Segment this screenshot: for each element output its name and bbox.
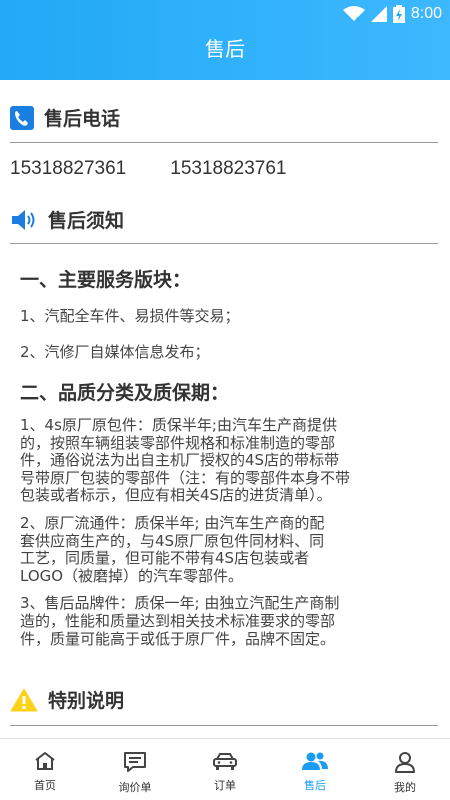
signal-icon — [370, 6, 387, 22]
tab-profile[interactable]: 我的 — [360, 739, 450, 800]
text-line: 包装或者标示，但应有相关4S店的进货清单）。 — [20, 486, 332, 505]
text-line: 号带原厂包装的零部件（注：有的零部件本身不带 — [20, 468, 351, 487]
content-scroll[interactable]: 售后电话 15318827361 15318823761 售后须知 一、主要服务… — [0, 80, 450, 738]
text-line: 造的，性能和质量达到相关技术标准要求的零部 — [20, 611, 336, 630]
home-icon — [35, 752, 55, 770]
list-item: 2、汽修厂自媒体信息发布； — [20, 342, 210, 361]
special-section-header: 特别说明 — [10, 686, 124, 713]
phone-number-2[interactable]: 15318823761 — [170, 158, 286, 180]
tab-after-sales[interactable]: 售后 — [270, 739, 360, 800]
text-line: 套供应商生产的，与4S原厂原包件同材料、同 — [20, 531, 325, 550]
tab-order[interactable]: 订单 — [180, 739, 270, 800]
svg-text:x: x — [356, 16, 360, 22]
tab-label: 订单 — [214, 779, 236, 792]
text-line: 件，质量可能高于或低于原厂件，品牌不固定。 — [20, 629, 336, 648]
phone-section-header: 售后电话 — [10, 104, 120, 131]
main-services-title: 一、主要服务版块： — [20, 269, 192, 291]
app-header: x 8:00 售后 — [0, 0, 450, 80]
divider — [10, 725, 438, 726]
battery-icon — [392, 5, 405, 23]
speaker-icon — [12, 209, 35, 230]
inquiry-icon — [124, 752, 146, 772]
divider — [10, 243, 438, 244]
quality-title: 二、品质分类及质保期： — [20, 382, 230, 404]
main-services-block: 一、主要服务版块： 1、汽配全车件、易损件等交易； 2、汽修厂自媒体信息发布； — [20, 265, 440, 361]
text-line: 3、售后品牌件：质保一年; 由独立汽配生产商制 — [20, 594, 340, 613]
text-line: 件，通俗说法为出自主机厂授权的4S店的带标带 — [20, 451, 340, 470]
phone-icon — [10, 105, 34, 130]
wifi-icon: x — [342, 6, 365, 22]
text-line: 1、4s原厂原包件：质保半年;由汽车生产商提供 — [20, 416, 337, 434]
phone-number-1[interactable]: 15318827361 — [10, 158, 126, 180]
text-line: 的，按照车辆组装零部件规格和标准制造的零部 — [20, 433, 336, 452]
tab-label: 首页 — [34, 779, 56, 792]
divider — [10, 142, 438, 143]
tab-label: 询价单 — [118, 781, 152, 794]
order-icon — [213, 753, 237, 770]
special-section-title: 特别说明 — [48, 690, 125, 712]
users-icon — [302, 752, 328, 770]
notice-section-title: 售后须知 — [48, 210, 125, 232]
warning-icon — [10, 688, 38, 711]
text-line: 工艺，同质量，但可能不带有4S店包装或者 — [20, 549, 310, 568]
tab-label: 售后 — [304, 779, 326, 792]
quality-paragraph-3: 3、售后品牌件：质保一年; 由独立汽配生产商制 造的，性能和质量达到相关技术标准… — [20, 595, 440, 648]
text-line: LOGO（被磨掉）的汽车零部件。 — [20, 566, 244, 585]
page-title: 售后 — [205, 37, 245, 61]
list-item: 1、汽配全车件、易损件等交易； — [20, 307, 240, 325]
quality-block: 二、品质分类及质保期： 1、4s原厂原包件：质保半年;由汽车生产商提供 的，按照… — [20, 378, 440, 648]
bottom-tab-bar: 首页 询价单 订单 售后 我的 — [0, 738, 450, 800]
profile-icon — [395, 752, 415, 773]
status-bar: x 8:00 — [342, 3, 442, 25]
notice-section-header: 售后须知 — [10, 206, 124, 233]
quality-paragraph-2: 2、原厂流通件：质保半年; 由汽车生产商的配 套供应商生产的，与4S原厂原包件同… — [20, 513, 440, 585]
tab-home[interactable]: 首页 — [0, 739, 90, 800]
phone-section-title: 售后电话 — [44, 108, 121, 130]
tab-inquiry[interactable]: 询价单 — [90, 739, 180, 800]
status-time: 8:00 — [410, 5, 442, 22]
quality-paragraph-1: 1、4s原厂原包件：质保半年;由汽车生产商提供 的，按照车辆组装零部件规格和标准… — [20, 416, 440, 505]
tab-label: 我的 — [394, 781, 416, 794]
text-line: 2、原厂流通件：质保半年; 由汽车生产商的配 — [20, 513, 325, 532]
phone-numbers: 15318827361 15318823761 — [10, 158, 287, 180]
